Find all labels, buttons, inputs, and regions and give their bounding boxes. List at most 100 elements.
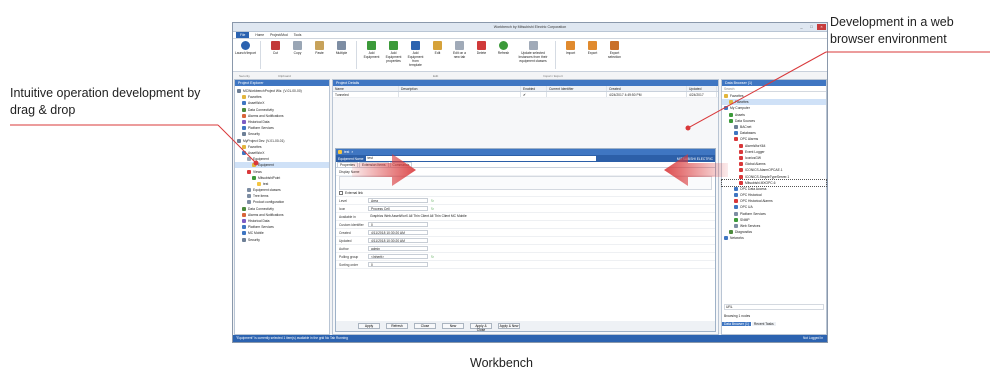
form-row: Created 4/11/2018 10:30:20 AM [336,229,715,237]
tree-item[interactable]: Security [235,237,329,243]
menu-home[interactable]: Home [255,33,264,37]
tree-item-label: Web Services [740,224,761,229]
close-button[interactable]: Close [414,323,436,329]
update-instances-button[interactable]: Update selected Instances from their equ… [516,41,550,69]
hierarchy-icon [411,41,420,50]
tree-node-icon [242,206,246,211]
figure-caption: Workbench [470,356,533,370]
tree-item[interactable]: Networks [722,235,826,241]
refresh-button[interactable]: Refresh [494,41,513,69]
edit-button[interactable]: Edit [428,41,447,69]
maximize-icon[interactable]: □ [807,24,816,30]
column-updated[interactable]: Updated [687,86,717,91]
column-created[interactable]: Created [607,86,687,91]
add-equipment-button[interactable]: Add Equipment [362,41,381,69]
ribbon-group-edit: Edit [433,74,439,78]
inherit-icon[interactable]: ↻ [431,255,434,259]
minimize-icon[interactable]: _ [797,24,806,30]
form-row: Polling group <Inherit> ↻ [336,253,715,261]
tree-item-label: Equipment classes [253,188,281,193]
form-row: Custom identifier 0 [336,221,715,229]
ribbon: Launch/Import Cut Copy Paste Multiple Ad… [233,39,827,72]
close-icon[interactable]: × [817,24,826,30]
field-value[interactable]: 4/11/2018 10:30:20 AM [368,238,428,243]
field-value[interactable]: Process Cell [368,206,428,211]
ribbon-group-import-export: Import / Export [543,74,563,78]
field-value[interactable]: 0 [368,222,428,227]
import-icon [566,41,575,50]
field-value[interactable]: 4/11/2018 10:30:20 AM [368,230,428,235]
tab-extension-items[interactable]: Extension Items [359,161,389,168]
inherit-icon[interactable]: ↻ [431,199,434,203]
tree-node-icon [252,175,256,180]
column-name[interactable]: Name [333,86,399,91]
tree-item-label: OPC Historical [740,193,762,198]
tree-item-label: OPC UA [740,205,753,210]
ribbon-group-clipboard: Clipboard [278,74,291,78]
field-value[interactable]: <Inherit> [368,254,428,259]
ribbon-separator [356,41,357,69]
table-cell: 4/24/2017 [687,92,717,97]
table-cell [399,92,521,97]
tree-node-icon [242,95,246,100]
tree-node-icon [729,112,733,117]
equipment-name-input[interactable]: test [366,156,597,161]
import-button[interactable]: Import [561,41,580,69]
refresh-form-button[interactable]: Refresh [386,323,408,329]
tree-node-icon [242,237,246,242]
menu-project[interactable]: Project/Mod [270,33,288,37]
form-row: Icon Process Cell ↻ [336,205,715,213]
apply-new-button[interactable]: Apply & New [498,323,520,329]
apply-button[interactable]: Apply [358,323,380,329]
project-details-panel: Project Details Name Description Enabled… [332,79,719,335]
tree-item-label: Equipment [253,157,269,162]
tree-node-icon [247,200,251,205]
table-row[interactable]: Tunneled ✔ 4/24/2017 4:49:50 PM 4/24/201… [333,92,718,98]
window-title: Workbench by Mitsubishi Electric Corpora… [493,25,567,29]
edit-new-tab-button[interactable]: Edit on a new tab [450,41,469,69]
apply-close-button[interactable]: Apply & Close [470,323,492,332]
tree-item-label: Favorites [248,144,262,149]
export-selection-button[interactable]: Export selection [605,41,624,69]
new-button[interactable]: New [442,323,464,329]
field-label: Updated [339,238,352,243]
delete-button[interactable]: Delete [472,41,491,69]
menu-file[interactable]: File [236,32,250,38]
column-description[interactable]: Description [399,86,521,91]
column-current-identifier[interactable]: Current Identifier [547,86,607,91]
tree-item-label: Alarms and Notifications [248,212,284,217]
copy-button[interactable]: Copy [288,41,307,69]
launch-button[interactable]: Launch/Import [235,41,256,69]
paste-button[interactable]: Paste [310,41,329,69]
add-equipment-properties-button[interactable]: Add Equipment properties [384,41,403,69]
tab-properties[interactable]: Properties [337,161,359,168]
field-value[interactable]: admin [368,246,428,251]
tree-item-label: OPC Historical Alarms [740,199,773,204]
column-enabled[interactable]: Enabled [521,86,547,91]
tree-node-icon [739,149,743,154]
inherit-icon[interactable]: ↻ [431,207,434,211]
export-button[interactable]: Export [583,41,602,69]
menu-tools[interactable]: Tools [294,33,302,37]
workbench-window: Workbench by Mitsubishi Electric Corpora… [232,22,828,343]
field-label: Sorting order [339,262,359,267]
tree-node-icon [729,118,733,123]
tab-data-browser[interactable]: Data Browser (1) [722,322,751,326]
url-field[interactable]: URL [724,304,824,310]
field-value[interactable]: Graphics Web AssetWorX All Thin Client A… [368,214,508,219]
field-value[interactable]: Area [368,198,428,203]
tree-node-icon [729,100,733,105]
add-from-template-button[interactable]: Add Equipment from template [406,41,425,69]
tree-item-label: MitsubishiPoint [258,175,281,180]
tree-node-icon [242,231,246,236]
tab-recent-tasks[interactable]: Recent Tasks [751,322,776,326]
tab-commands[interactable]: Commands [389,161,413,168]
close-tab-icon[interactable]: × [351,150,353,154]
display-name-field[interactable] [339,176,712,190]
field-value[interactable]: 0 [368,262,428,267]
tree-item-label: Views [253,169,262,174]
multiple-button[interactable]: Multiple [332,41,351,69]
equipment-editor: test × Equipment Name test MITSUBISHI EL… [335,148,716,332]
cut-button[interactable]: Cut [266,41,285,69]
tree-node-icon [734,217,738,222]
